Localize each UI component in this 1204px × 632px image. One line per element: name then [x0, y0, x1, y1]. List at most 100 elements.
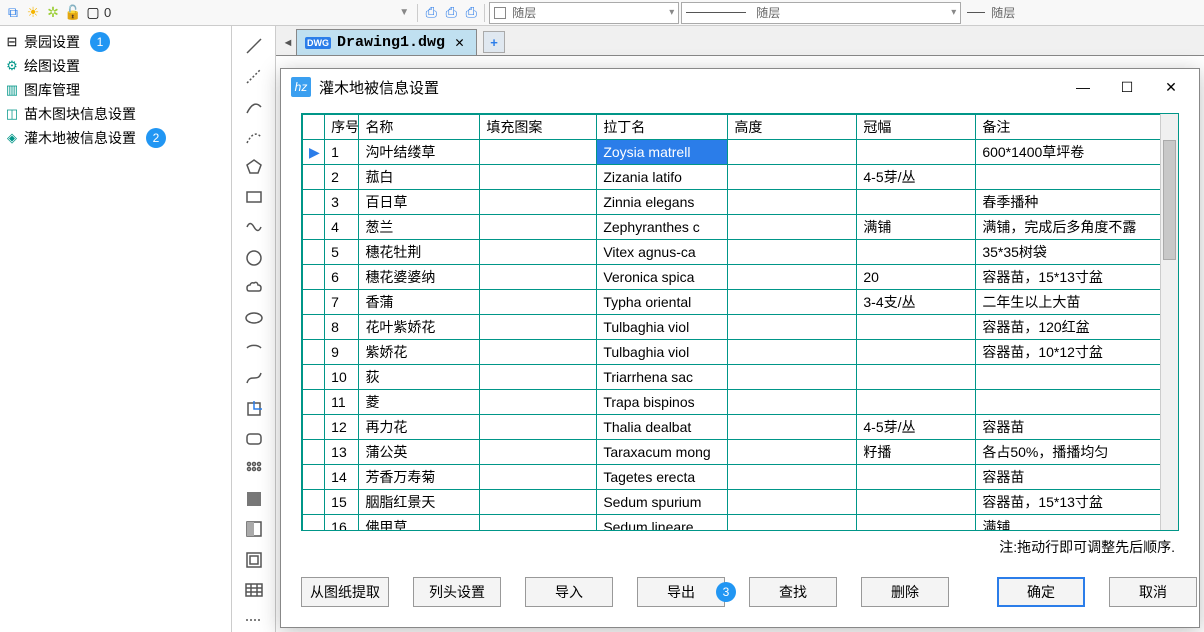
- minimize-button[interactable]: —: [1065, 73, 1101, 101]
- dropdown-arrow-icon[interactable]: ▼: [395, 4, 413, 22]
- document-filename: Drawing1.dwg: [337, 34, 445, 51]
- badge-1: 1: [90, 32, 110, 52]
- ok-button[interactable]: 确定: [997, 577, 1085, 607]
- arc-tool-icon[interactable]: [241, 94, 267, 118]
- col-latin-header[interactable]: 拉丁名: [597, 115, 728, 140]
- import-button[interactable]: 导入: [525, 577, 613, 607]
- shrub-data-table[interactable]: 序号 名称 填充图案 拉丁名 高度 冠幅 备注 ▶1沟叶结缕草Zoysia ma…: [302, 114, 1178, 530]
- table-row[interactable]: 15胭脂红景天Sedum spurium容器苗，15*13寸盆: [303, 490, 1178, 515]
- hint-text: 注:拖动行即可调整先后顺序.: [301, 531, 1179, 559]
- table-vertical-scrollbar[interactable]: [1160, 114, 1178, 530]
- col-crown-header[interactable]: 冠幅: [857, 115, 976, 140]
- tree-item-draw-settings[interactable]: ⚙ 绘图设置: [0, 54, 231, 78]
- delete-button[interactable]: 删除: [861, 577, 949, 607]
- snow-icon[interactable]: ✲: [44, 4, 62, 22]
- table-row[interactable]: ▶1沟叶结缕草Zoysia matrell600*1400草坪卷: [303, 140, 1178, 165]
- badge-3: 3: [716, 582, 736, 602]
- export-button[interactable]: 导出 3: [637, 577, 725, 607]
- print1-icon[interactable]: ⎙: [422, 4, 440, 22]
- shrub-icon: ◈: [4, 130, 20, 146]
- tree-item-library[interactable]: ▥ 图库管理: [0, 78, 231, 102]
- tab-bar: ◄ DWG Drawing1.dwg ✕ +: [276, 26, 1204, 56]
- table-header-row: 序号 名称 填充图案 拉丁名 高度 冠幅 备注: [303, 115, 1178, 140]
- ellipse-arc-tool-icon[interactable]: [241, 336, 267, 360]
- table-row[interactable]: 11菱Trapa bispinos: [303, 390, 1178, 415]
- table-row[interactable]: 10荻Triarrhena sac: [303, 365, 1178, 390]
- points-tool-icon[interactable]: [241, 457, 267, 481]
- table-row[interactable]: 9紫娇花Tulbaghia viol容器苗，10*12寸盆: [303, 340, 1178, 365]
- scrollbar-thumb[interactable]: [1163, 140, 1176, 260]
- col-seq-header[interactable]: 序号: [325, 115, 359, 140]
- badge-2: 2: [146, 128, 166, 148]
- table-row[interactable]: 6穗花婆婆纳Veronica spica20容器苗，15*13寸盆: [303, 265, 1178, 290]
- rounded-rect-tool-icon[interactable]: [241, 427, 267, 451]
- library-icon: ▥: [4, 82, 20, 98]
- spline-tool-icon[interactable]: [241, 366, 267, 390]
- layer-icon[interactable]: ⧉: [4, 4, 22, 22]
- table-row[interactable]: 2菰白Zizania latifo4-5芽/丛: [303, 165, 1178, 190]
- insert-tool-icon[interactable]: [241, 396, 267, 420]
- table-row[interactable]: 4葱兰Zephyranthes c满铺满铺，完成后多角度不露: [303, 215, 1178, 240]
- col-height-header[interactable]: 高度: [728, 115, 857, 140]
- cloud-tool-icon[interactable]: [241, 276, 267, 300]
- table-row[interactable]: 13蒲公英Taraxacum mong籽播各占50%，播播均匀: [303, 440, 1178, 465]
- data-table-container: 序号 名称 填充图案 拉丁名 高度 冠幅 备注 ▶1沟叶结缕草Zoysia ma…: [301, 113, 1179, 531]
- table-row[interactable]: 3百日草Zinnia elegans春季播种: [303, 190, 1178, 215]
- gradient-tool-icon[interactable]: [241, 517, 267, 541]
- dialog-title: 灌木地被信息设置: [319, 77, 1057, 98]
- maximize-button[interactable]: ☐: [1109, 73, 1145, 101]
- table-row[interactable]: 5穗花牡荆Vitex agnus-ca35*35树袋: [303, 240, 1178, 265]
- table-row[interactable]: 12再力花Thalia dealbat4-5芽/丛容器苗: [303, 415, 1178, 440]
- table-row[interactable]: 14芳香万寿菊Tagetes erecta容器苗: [303, 465, 1178, 490]
- cancel-button[interactable]: 取消: [1109, 577, 1197, 607]
- dashed-arc-tool-icon[interactable]: [241, 125, 267, 149]
- construction-line-tool-icon[interactable]: [241, 608, 267, 632]
- close-button[interactable]: ✕: [1153, 73, 1189, 101]
- gear-icon: ⚙: [4, 58, 20, 74]
- draw-tool-strip: [232, 26, 276, 632]
- lineweight-dropdown[interactable]: 随层: [963, 2, 1053, 24]
- layer-color-dropdown[interactable]: 随层▾: [489, 2, 679, 24]
- ellipse-tool-icon[interactable]: [241, 306, 267, 330]
- document-tab[interactable]: DWG Drawing1.dwg ✕: [296, 29, 477, 55]
- tab-prev-icon[interactable]: ◄: [280, 31, 296, 55]
- collapse-icon: ⊟: [4, 34, 20, 50]
- line-tool-icon[interactable]: [241, 34, 267, 58]
- pentagon-tool-icon[interactable]: [241, 155, 267, 179]
- table-row[interactable]: 8花叶紫娇花Tulbaghia viol容器苗，120红盆: [303, 315, 1178, 340]
- top-toolbar: ⧉ ☀ ✲ 🔓 ▢ 0 ▼ ⎙ ⎙ ⎙ 随层▾ 随层 ▾ 随层: [0, 0, 1204, 26]
- dashed-line-tool-icon[interactable]: [241, 64, 267, 88]
- tree-item-landscape[interactable]: ⊟ 景园设置 1: [0, 30, 231, 54]
- dialog-button-bar: 从图纸提取 列头设置 导入 导出 3 查找 删除 确定 取消: [281, 559, 1199, 627]
- region-tool-icon[interactable]: [241, 547, 267, 571]
- extract-button[interactable]: 从图纸提取: [301, 577, 389, 607]
- circle-tool-icon[interactable]: [241, 245, 267, 269]
- table-tool-icon[interactable]: [241, 578, 267, 602]
- dialog-titlebar[interactable]: hz 灌木地被信息设置 — ☐ ✕: [281, 69, 1199, 105]
- tree-item-shrub-info[interactable]: ◈ 灌木地被信息设置 2: [0, 126, 231, 150]
- rect-tool-icon[interactable]: [241, 185, 267, 209]
- dialog-app-icon: hz: [291, 77, 311, 97]
- col-fill-header[interactable]: 填充图案: [480, 115, 597, 140]
- tab-close-icon[interactable]: ✕: [451, 33, 468, 52]
- curve-tool-icon[interactable]: [241, 215, 267, 239]
- tab-add-button[interactable]: +: [483, 31, 505, 53]
- lock-icon[interactable]: 🔓: [64, 4, 82, 22]
- left-panel: ⊟ 景园设置 1 ⚙ 绘图设置 ▥ 图库管理 ◫ 苗木图块信息设置 ◈ 灌木地被…: [0, 26, 232, 632]
- sun-icon[interactable]: ☀: [24, 4, 42, 22]
- block-icon: ◫: [4, 106, 20, 122]
- linetype-dropdown[interactable]: 随层 ▾: [681, 2, 961, 24]
- tree-item-block-info[interactable]: ◫ 苗木图块信息设置: [0, 102, 231, 126]
- table-row[interactable]: 7香蒲Typha oriental3-4支/丛二年生以上大苗: [303, 290, 1178, 315]
- print3-icon[interactable]: ⎙: [462, 4, 480, 22]
- shrub-info-dialog: hz 灌木地被信息设置 — ☐ ✕ 序号 名称 填充图案 拉丁名 高度: [280, 68, 1200, 628]
- hatch-tool-icon[interactable]: [241, 487, 267, 511]
- find-button[interactable]: 查找: [749, 577, 837, 607]
- table-row[interactable]: 16佛甲草Sedum lineare满铺: [303, 515, 1178, 531]
- col-name-header[interactable]: 名称: [359, 115, 480, 140]
- dwg-badge-icon: DWG: [305, 37, 331, 49]
- column-settings-button[interactable]: 列头设置: [413, 577, 501, 607]
- box-icon[interactable]: ▢: [84, 4, 102, 22]
- col-note-header[interactable]: 备注: [976, 115, 1178, 140]
- print2-icon[interactable]: ⎙: [442, 4, 460, 22]
